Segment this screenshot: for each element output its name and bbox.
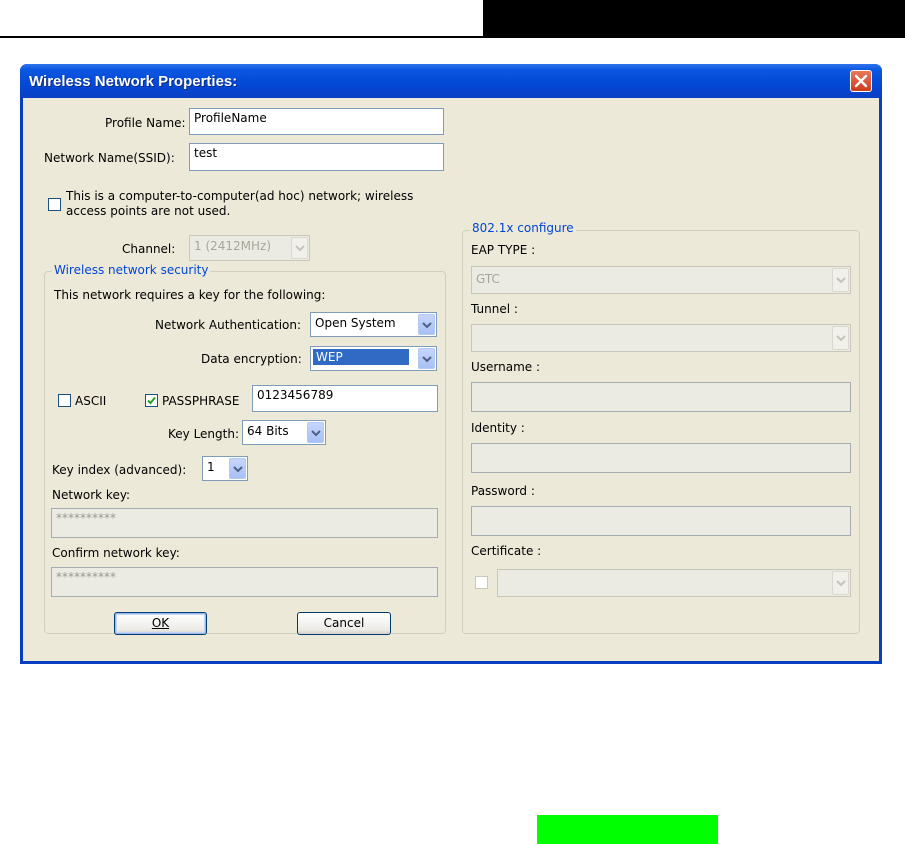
data-encryption-value: WEP [312,348,410,366]
close-icon [854,74,868,88]
auth-dropdown-button[interactable] [418,314,435,335]
adhoc-label-line2: access points are not used. [66,204,231,218]
tunnel-select[interactable] [471,324,851,352]
key-length-value: 64 Bits [247,424,289,438]
identity-label: Identity : [471,421,525,435]
key-length-select[interactable]: 64 Bits [242,420,326,445]
profile-name-label: Profile Name: [105,116,186,130]
username-label: Username : [471,360,541,374]
confirm-key-label: Confirm network key: [52,546,180,560]
channel-value: 1 (2412MHz) [194,239,272,253]
eap-type-select[interactable]: GTC [471,266,851,294]
checkmark-icon [147,396,156,405]
channel-label: Channel: [122,242,176,256]
channel-select[interactable]: 1 (2412MHz) [189,235,310,261]
passphrase-label: PASSPHRASE [162,394,240,408]
network-authentication-label: Network Authentication: [155,318,302,332]
data-encryption-label: Data encryption: [201,352,302,366]
cancel-button[interactable]: Cancel [297,612,391,635]
page-header-rule [0,36,905,38]
page-header-bar [483,0,905,36]
title-bar[interactable]: Wireless Network Properties: [20,64,882,98]
certificate-checkbox[interactable] [475,576,488,589]
ok-button[interactable]: OK [114,612,207,635]
network-key-input[interactable]: ********** [51,508,438,538]
adhoc-label-line1: This is a computer-to-computer(ad hoc) n… [66,189,414,203]
channel-dropdown-button[interactable] [291,237,308,259]
network-key-label: Network key: [52,488,131,502]
close-button[interactable] [850,70,872,92]
ok-button-label: OK [151,616,170,630]
dialog-title: Wireless Network Properties: [29,73,238,90]
key-index-select[interactable]: 1 [202,456,248,481]
green-highlight-block [537,815,718,844]
cancel-button-label: Cancel [323,616,365,630]
eap-type-dropdown-button[interactable] [832,268,849,292]
passphrase-checkbox[interactable] [145,394,158,407]
certificate-dropdown-button[interactable] [832,571,849,595]
key-length-label: Key Length: [168,427,240,441]
tunnel-dropdown-button[interactable] [832,326,849,350]
confirm-key-input[interactable]: ********** [51,567,438,597]
username-input[interactable] [471,382,851,412]
chevron-down-icon [836,580,846,587]
passphrase-input[interactable]: 0123456789 [252,385,438,412]
password-label: Password : [471,484,535,498]
chevron-down-icon [836,277,846,284]
chevron-down-icon [311,429,321,436]
eap-type-value: GTC [476,272,500,286]
requires-key-text: This network requires a key for the foll… [54,288,326,302]
certificate-label: Certificate : [471,544,542,558]
key-index-label: Key index (advanced): [52,463,187,477]
chevron-down-icon [836,335,846,342]
network-authentication-value: Open System [315,316,396,330]
chevron-down-icon [233,465,243,472]
chevron-down-icon [295,245,305,252]
ssid-input[interactable]: test [189,143,444,171]
encryption-dropdown-button[interactable] [418,348,435,369]
tunnel-label: Tunnel : [471,302,518,316]
wireless-properties-dialog: Wireless Network Properties: Profile Nam… [20,64,882,664]
eap-type-label: EAP TYPE : [471,243,536,257]
chevron-down-icon [422,321,432,328]
network-authentication-select[interactable]: Open System [310,312,437,337]
certificate-select[interactable] [497,569,851,597]
adhoc-checkbox[interactable] [48,198,61,211]
dot1x-title: 802.1x configure [470,221,576,235]
ascii-label: ASCII [75,394,107,408]
profile-name-input[interactable]: ProfileName [189,108,444,135]
dialog-client-area: Profile Name: ProfileName Network Name(S… [23,98,879,661]
key-index-dropdown-button[interactable] [229,458,246,479]
key-length-dropdown-button[interactable] [307,422,324,443]
identity-input[interactable] [471,443,851,473]
chevron-down-icon [422,355,432,362]
data-encryption-select[interactable]: WEP [310,346,437,371]
key-index-value: 1 [207,460,215,474]
wireless-security-title: Wireless network security [52,263,211,277]
password-input[interactable] [471,506,851,536]
ascii-checkbox[interactable] [58,394,71,407]
ssid-label: Network Name(SSID): [44,151,175,165]
